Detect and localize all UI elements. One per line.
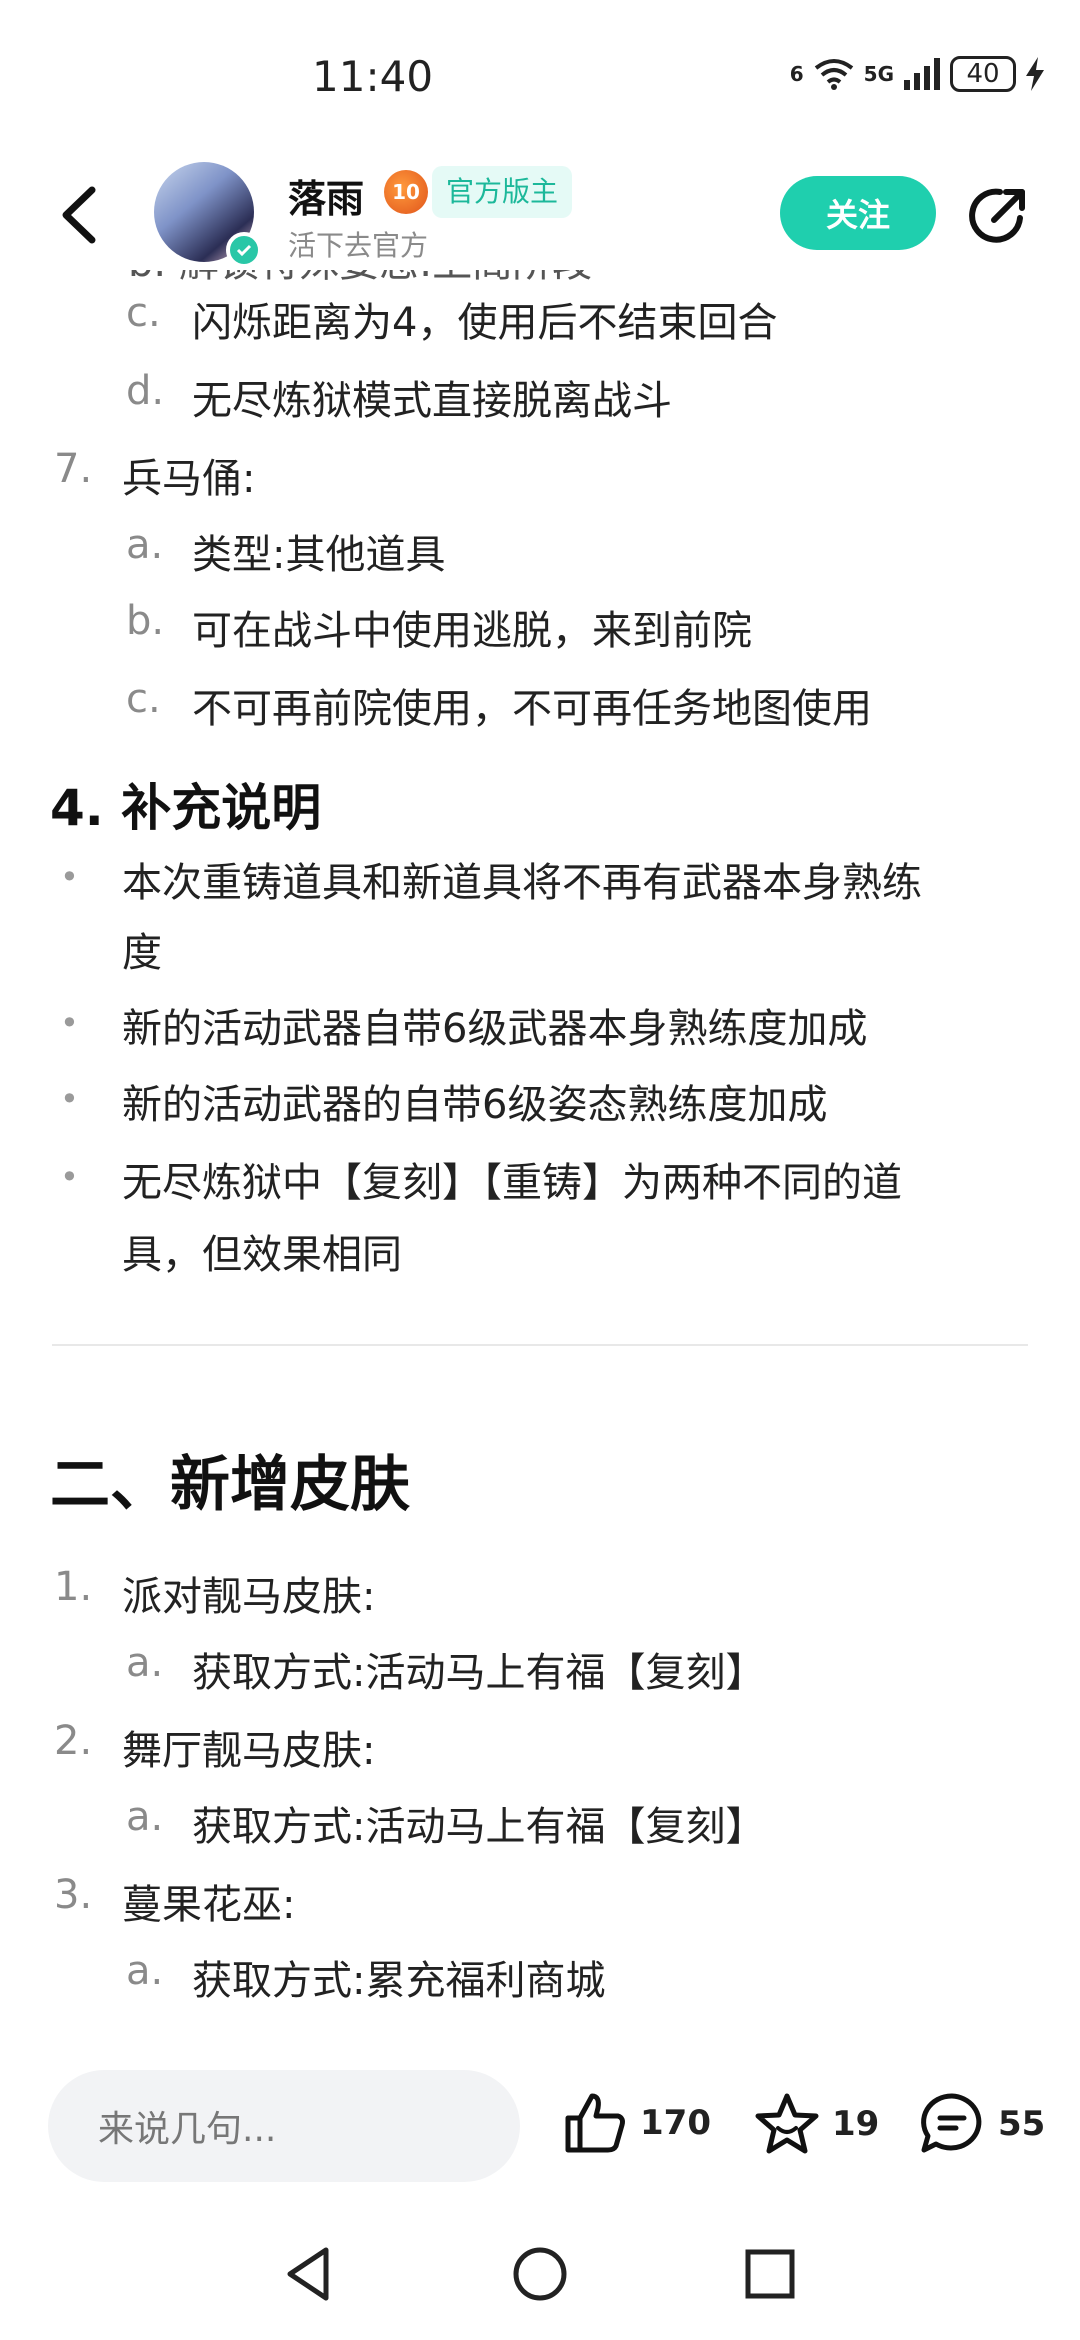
list-marker: a. xyxy=(126,1794,164,1840)
back-icon[interactable] xyxy=(50,182,110,248)
nav-home-icon[interactable] xyxy=(510,2244,570,2304)
network-label-a: 6 xyxy=(789,62,804,86)
bottom-action-bar: 来说几句... 170 19 55 xyxy=(0,2040,1080,2182)
signal-icon xyxy=(904,58,940,90)
list-item: 闪烁距离为4，使用后不结束回合 xyxy=(192,300,778,346)
bullet-item: 本次重铸道具和新道具将不再有武器本身熟练 xyxy=(122,860,922,906)
list-marker: b. xyxy=(126,598,165,644)
bullet-item: 无尽炼狱中【复刻】【重铸】为两种不同的道 xyxy=(122,1160,902,1206)
list-item: 类型:其他道具 xyxy=(192,532,446,578)
list-marker: 7. xyxy=(54,446,93,492)
verified-icon xyxy=(226,232,262,268)
bullet-item: 新的活动武器的自带6级姿态熟练度加成 xyxy=(122,1082,828,1128)
list-marker: 1. xyxy=(54,1564,93,1610)
list-marker: a. xyxy=(126,1640,164,1686)
share-icon[interactable] xyxy=(966,184,1030,248)
nav-back-icon[interactable] xyxy=(280,2244,340,2304)
post-header: 落雨 10 官方版主 活下去官方 关注 xyxy=(0,160,1080,270)
list-marker: c. xyxy=(126,290,161,336)
list-marker: 3. xyxy=(54,1872,93,1918)
status-time: 11:40 xyxy=(312,52,434,101)
star-icon xyxy=(755,2093,819,2154)
list-item: 不可再前院使用，不可再任务地图使用 xyxy=(192,686,872,732)
list-marker: a. xyxy=(126,1948,164,1994)
author-name[interactable]: 落雨 xyxy=(288,168,364,223)
list-item: 获取方式:活动马上有福【复刻】 xyxy=(192,1804,766,1850)
system-navigation-bar xyxy=(0,2200,1080,2340)
comment-bubble-icon xyxy=(921,2093,982,2153)
bullet-dot: • xyxy=(60,1004,79,1042)
status-bar: 11:40 6 5G 40 xyxy=(0,0,1080,160)
like-count: 170 xyxy=(640,2103,711,2143)
list-item: 舞厅靓马皮肤: xyxy=(122,1728,376,1774)
list-item: 可在战斗中使用逃脱，来到前院 xyxy=(192,608,752,654)
status-icons: 6 5G 40 xyxy=(790,56,1044,92)
level-badge: 10 xyxy=(384,170,428,214)
list-item: 派对靓马皮肤: xyxy=(122,1574,376,1620)
list-marker: a. xyxy=(126,522,164,568)
official-moderator-tag: 官方版主 xyxy=(432,166,573,218)
comment-count: 55 xyxy=(998,2104,1046,2144)
section-heading: 二、新增皮肤 xyxy=(50,1450,410,1520)
list-marker: 2. xyxy=(54,1718,93,1764)
list-item: 获取方式:活动马上有福【复刻】 xyxy=(192,1650,766,1696)
bullet-dot: • xyxy=(60,1080,79,1118)
bullet-item: 新的活动武器自带6级武器本身熟练度加成 xyxy=(122,1006,868,1052)
charging-icon xyxy=(1026,57,1044,91)
comment-input[interactable]: 来说几句... xyxy=(48,2070,520,2182)
partial-list-item: b. 解锁特殊姿态:上阁阶段 xyxy=(128,270,592,288)
post-content[interactable]: b. 解锁特殊姿态:上阁阶段 c. 闪烁距离为4，使用后不结束回合 d. 无尽炼… xyxy=(0,270,1080,2040)
list-item: 兵马俑: xyxy=(122,456,256,502)
wifi-icon xyxy=(814,59,853,90)
list-marker: d. xyxy=(126,368,165,414)
favorite-count: 19 xyxy=(832,2104,880,2144)
section-divider xyxy=(52,1344,1028,1346)
nav-recents-icon[interactable] xyxy=(740,2244,800,2304)
network-label-b: 5G xyxy=(863,62,894,86)
section-heading: 4. 补充说明 xyxy=(50,779,322,837)
author-subtitle: 活下去官方 xyxy=(288,229,429,262)
bullet-item-continued: 具，但效果相同 xyxy=(122,1232,402,1278)
bullet-dot: • xyxy=(60,1158,79,1196)
bullet-item-continued: 度 xyxy=(122,930,162,976)
list-item: 获取方式:累充福利商城 xyxy=(192,1958,606,2004)
battery-icon: 40 xyxy=(950,56,1016,92)
author-avatar[interactable] xyxy=(154,162,262,268)
list-marker: c. xyxy=(126,676,161,722)
list-item: 无尽炼狱模式直接脱离战斗 xyxy=(192,378,672,424)
bullet-dot: • xyxy=(60,858,79,896)
follow-button[interactable]: 关注 xyxy=(780,176,936,250)
list-item: 蔓果花巫: xyxy=(122,1882,296,1928)
like-button[interactable]: 170 xyxy=(562,2092,711,2154)
comment-button[interactable]: 55 xyxy=(918,2092,1045,2156)
thumbs-up-icon xyxy=(565,2093,625,2153)
favorite-button[interactable]: 19 xyxy=(754,2092,879,2156)
